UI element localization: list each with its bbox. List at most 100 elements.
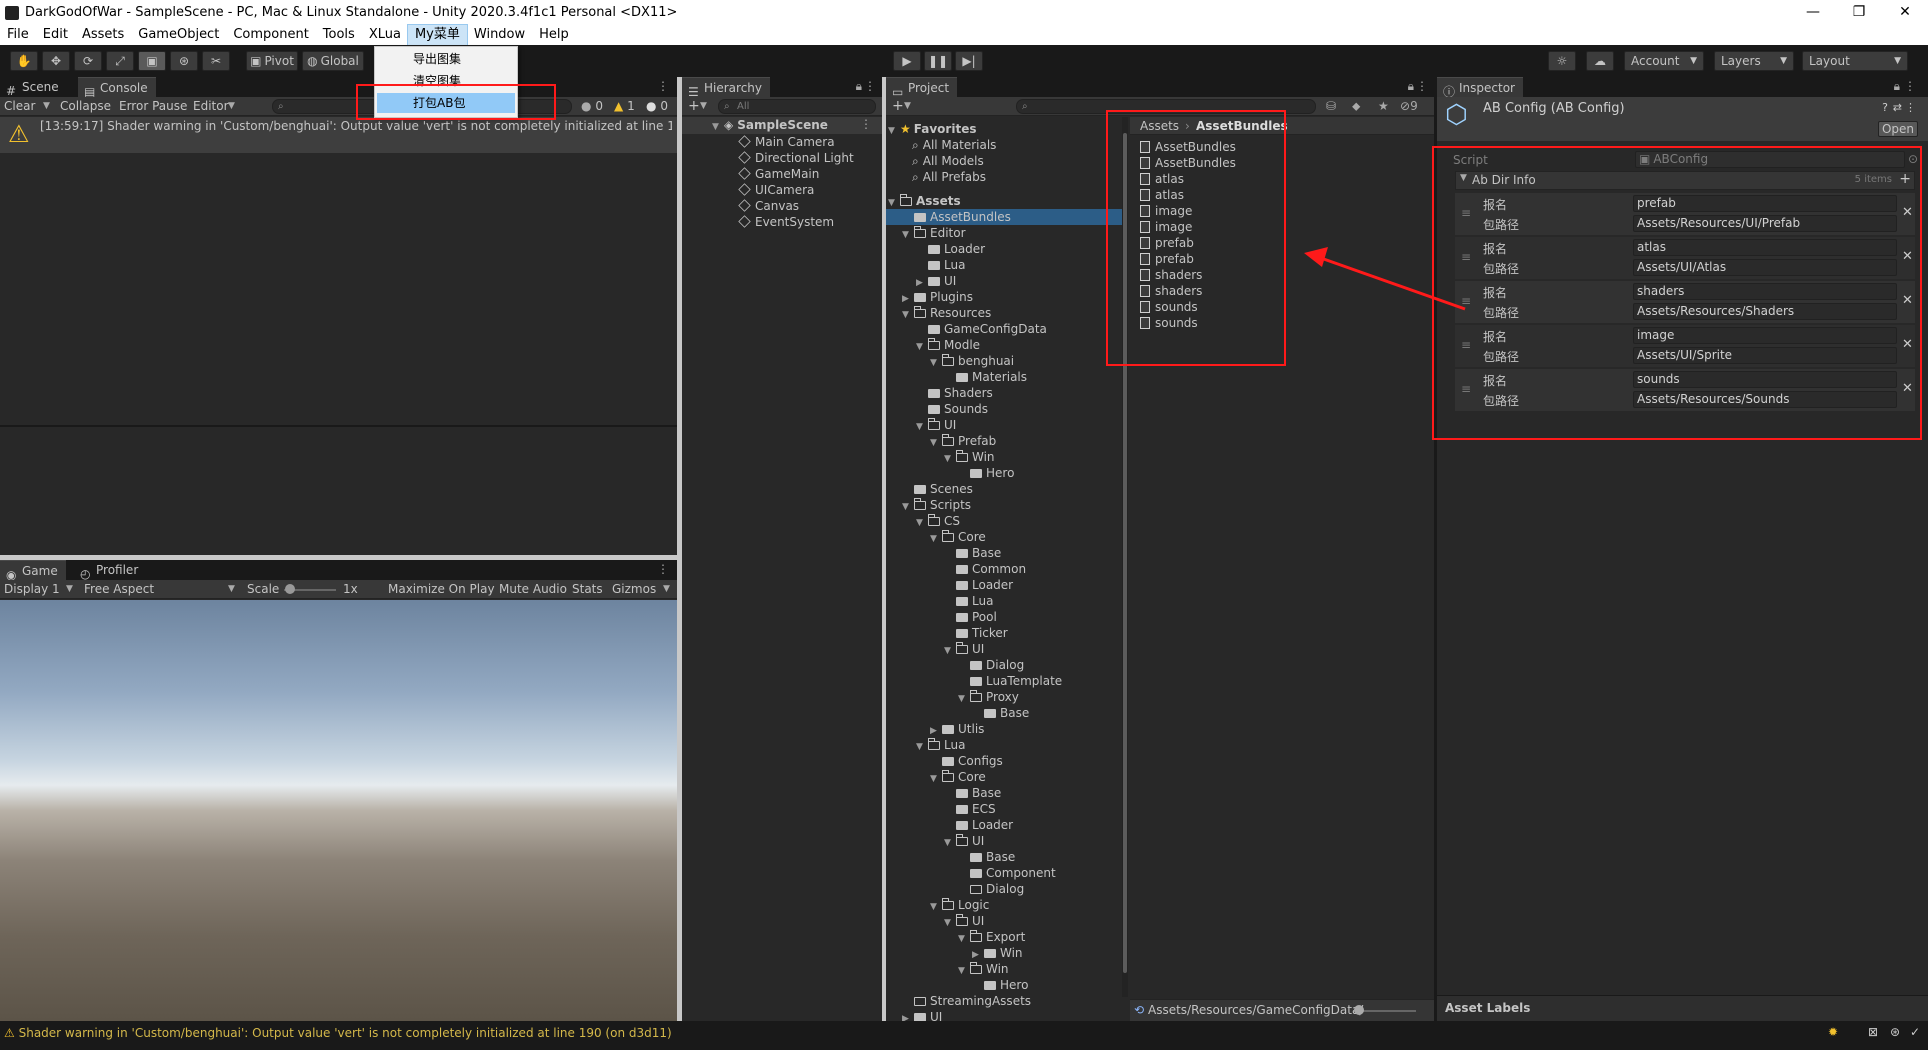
menu-component[interactable]: Component	[226, 25, 315, 45]
expand-arrow-icon[interactable]: ▶	[902, 1011, 914, 1021]
tab-project[interactable]: ▭ Project	[886, 77, 958, 99]
project-tree-item[interactable]: ▼ Modle	[916, 337, 980, 353]
project-tree-item[interactable]: AssetBundles	[886, 209, 1122, 225]
project-tree-item[interactable]: Shaders	[916, 385, 993, 401]
expand-arrow-icon[interactable]: ▼	[930, 435, 942, 451]
scale-slider-handle[interactable]	[285, 584, 295, 594]
tab-hierarchy[interactable]: ☰ Hierarchy	[682, 77, 771, 99]
aspect-dropdown[interactable]: Free Aspect	[84, 580, 154, 599]
more-menu-icon[interactable]: ⋮	[1904, 79, 1916, 93]
expand-arrow-icon[interactable]: ▼	[916, 339, 928, 355]
project-tree-item[interactable]: LuaTemplate	[958, 673, 1062, 689]
expand-arrow-icon[interactable]: ▼	[902, 227, 914, 243]
tab-profiler[interactable]: ◴ Profiler	[74, 560, 146, 581]
expand-arrow-icon[interactable]: ▼	[916, 419, 928, 435]
project-tree-item[interactable]: ▼ UI	[916, 417, 956, 433]
project-tree-item[interactable]: ▶ Win	[972, 945, 1023, 961]
hierarchy-item[interactable]: Main Camera	[738, 134, 835, 150]
project-tree-item[interactable]: ECS	[944, 801, 996, 817]
hierarchy-item[interactable]: Directional Light	[738, 150, 854, 166]
project-tree-item[interactable]: ▶ Utlis	[930, 721, 984, 737]
project-tree-item[interactable]: ▼ UI	[944, 641, 984, 657]
project-tree-item[interactable]: ▼ Prefab	[930, 433, 996, 449]
expand-arrow-icon[interactable]: ▼	[958, 691, 970, 707]
pivot-toggle[interactable]: ▣ Pivot	[246, 51, 298, 71]
project-tree-item[interactable]: ▼ Proxy	[958, 689, 1019, 705]
lock-icon[interactable]: 🔒︎	[1408, 79, 1414, 94]
tab-scene[interactable]: # Scene	[0, 77, 67, 98]
collab-icon[interactable]: ⊠	[1868, 1025, 1878, 1039]
expand-arrow-icon[interactable]: ▼	[958, 963, 970, 979]
favorites-item[interactable]: ⌕ All Models	[912, 153, 984, 169]
create-button[interactable]: +	[688, 97, 700, 116]
expand-arrow-icon[interactable]: ▼	[930, 355, 942, 371]
tab-console[interactable]: ▤ Console	[78, 77, 156, 99]
error-count[interactable]: ● 0	[581, 97, 603, 116]
bug-icon[interactable]: ⊛	[1890, 1025, 1900, 1039]
global-toggle[interactable]: ◍ Global	[302, 51, 364, 71]
icon-size-slider-handle[interactable]	[1354, 1005, 1364, 1015]
expand-arrow-icon[interactable]: ▼	[944, 451, 956, 467]
info-count[interactable]: ● 0	[646, 97, 668, 116]
tab-game[interactable]: ◉ Game	[0, 560, 66, 582]
project-tree-item[interactable]: ▼ Logic	[930, 897, 989, 913]
hierarchy-search-input[interactable]: ⌕ All	[718, 99, 876, 114]
rotate-tool-button[interactable]: ⟳	[74, 51, 102, 71]
check-icon[interactable]: ✓	[1910, 1025, 1920, 1039]
project-tree-item[interactable]: ▶ UI	[902, 1009, 942, 1021]
more-menu-icon[interactable]: ⋮	[657, 79, 669, 93]
menu-file[interactable]: File	[0, 25, 36, 45]
stats-toggle[interactable]: Stats	[572, 580, 603, 599]
mute-audio-toggle[interactable]: Mute Audio	[499, 580, 567, 599]
gizmos-toggle[interactable]: Gizmos	[612, 580, 656, 599]
expand-arrow-icon[interactable]: ▼	[944, 835, 956, 851]
project-tree-item[interactable]: ▶ Plugins	[902, 289, 973, 305]
project-tree-item[interactable]: Lua	[916, 257, 965, 273]
project-tree-item[interactable]: ▼ Core	[930, 529, 986, 545]
expand-arrow-icon[interactable]: ▼	[958, 931, 970, 947]
project-tree-item[interactable]: ▼ Core	[930, 769, 986, 785]
hand-tool-button[interactable]: ✋	[10, 51, 38, 71]
lock-icon[interactable]: 🔒︎	[856, 79, 862, 94]
project-tree-item[interactable]: Ticker	[944, 625, 1008, 641]
project-tree-item[interactable]: Hero	[972, 977, 1028, 993]
more-menu-icon[interactable]: ⋮	[864, 79, 876, 93]
project-tree-item[interactable]: ▼ benghuai	[930, 353, 1014, 369]
more-menu-icon[interactable]: ⋮	[1905, 101, 1916, 114]
expand-arrow-icon[interactable]: ▼	[888, 123, 900, 139]
project-tree-item[interactable]: ▼ UI	[944, 833, 984, 849]
project-tree-item[interactable]: Dialog	[958, 881, 1024, 897]
expand-arrow-icon[interactable]: ▼	[916, 739, 928, 755]
create-button[interactable]: +	[892, 97, 904, 116]
filter-type-icon[interactable]: ⛁	[1326, 97, 1336, 116]
console-log-entry[interactable]: ⚠ [13:59:17] Shader warning in 'Custom/b…	[0, 117, 677, 153]
star-icon[interactable]: ★	[1378, 97, 1389, 116]
project-tree-item[interactable]: Loader	[944, 817, 1013, 833]
layout-dropdown[interactable]: Layout ▼	[1802, 51, 1908, 71]
preset-icon[interactable]: ⇄	[1893, 101, 1902, 114]
services-button[interactable]: ☼	[1548, 51, 1576, 71]
project-tree-item[interactable]: ▼ Win	[944, 449, 995, 465]
project-tree-item[interactable]: ▼ Resources	[902, 305, 991, 321]
project-tree-item[interactable]: Hero	[958, 465, 1014, 481]
hierarchy-item[interactable]: UICamera	[738, 182, 814, 198]
project-tree-item[interactable]: Base	[958, 849, 1015, 865]
maximize-button[interactable]: ❐	[1836, 0, 1882, 25]
minimize-button[interactable]: —	[1790, 0, 1836, 25]
hidden-packages-button[interactable]: ⊘9	[1400, 97, 1418, 116]
maximize-on-play-toggle[interactable]: Maximize On Play	[388, 580, 495, 599]
lock-icon[interactable]: 🔒︎	[1894, 79, 1900, 94]
chevron-down-icon[interactable]: ▼	[43, 97, 50, 116]
cloud-button[interactable]: ☁	[1586, 51, 1614, 71]
hierarchy-item[interactable]: GameMain	[738, 166, 819, 182]
expand-arrow-icon[interactable]: ▼	[902, 307, 914, 323]
project-tree-item[interactable]: Sounds	[916, 401, 988, 417]
project-tree-item[interactable]: Configs	[930, 753, 1003, 769]
project-tree-item[interactable]: Loader	[916, 241, 985, 257]
account-dropdown[interactable]: Account ▼	[1624, 51, 1704, 71]
step-button[interactable]: ▶|	[955, 51, 983, 71]
menu-help[interactable]: Help	[532, 25, 576, 45]
project-tree-item[interactable]: ▼ Editor	[902, 225, 966, 241]
menu-edit[interactable]: Edit	[36, 25, 75, 45]
pause-button[interactable]: ❚❚	[924, 51, 952, 71]
